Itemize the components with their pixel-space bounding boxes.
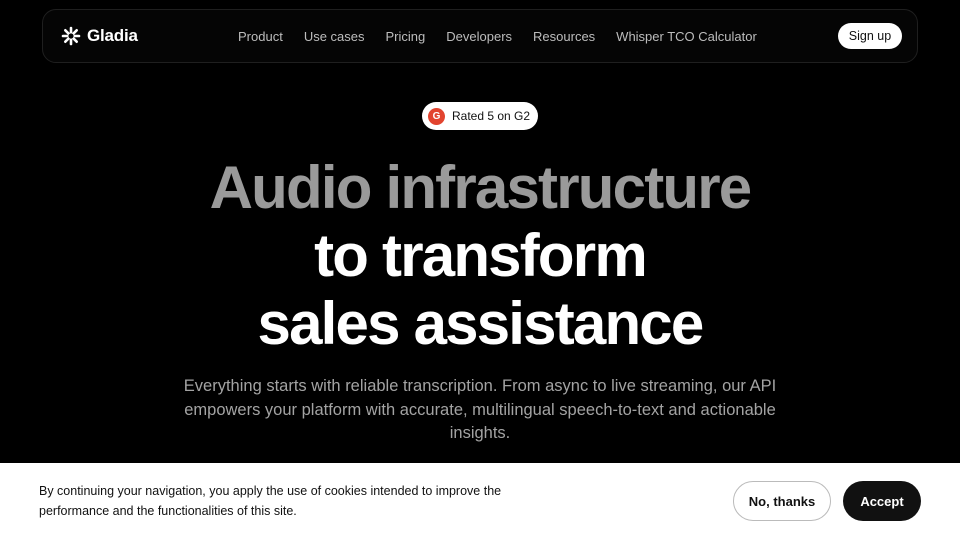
hero-title-line-3: sales assistance: [257, 290, 705, 357]
nav-links: Product Use cases Pricing Developers Res…: [238, 10, 757, 62]
hero-title-line-2: to transform: [314, 222, 648, 289]
accept-cookies-button[interactable]: Accept: [843, 481, 921, 521]
nav-link-product[interactable]: Product: [238, 29, 283, 44]
cookie-notice-text: By continuing your navigation, you apply…: [39, 484, 502, 518]
nav-link-developers[interactable]: Developers: [446, 29, 512, 44]
brand-name: Gladia: [87, 26, 138, 45]
nav-link-whisper-tco-calculator[interactable]: Whisper TCO Calculator: [616, 29, 757, 44]
brand-logo[interactable]: Gladia: [61, 10, 138, 62]
top-nav: Gladia Product Use cases Pricing Develop…: [42, 9, 918, 63]
g2-icon: G: [428, 107, 445, 125]
g2-rating-text: Rated 5 on G2: [452, 109, 531, 123]
cookie-banner: By continuing your navigation, you apply…: [0, 463, 960, 540]
g2-rating-badge[interactable]: G Rated 5 on G2: [422, 102, 538, 130]
nav-link-use-cases[interactable]: Use cases: [304, 29, 365, 44]
nav-link-pricing[interactable]: Pricing: [386, 29, 426, 44]
hero-title-line-1: Audio infrastructure: [209, 154, 753, 221]
nav-link-resources[interactable]: Resources: [533, 29, 595, 44]
page: Gladia Product Use cases Pricing Develop…: [0, 0, 960, 540]
hero-subtitle: Everything starts with reliable transcri…: [183, 377, 777, 442]
gladia-asterisk-icon: [61, 26, 81, 46]
decline-cookies-button[interactable]: No, thanks: [733, 481, 831, 521]
sign-up-button[interactable]: Sign up: [838, 23, 902, 49]
